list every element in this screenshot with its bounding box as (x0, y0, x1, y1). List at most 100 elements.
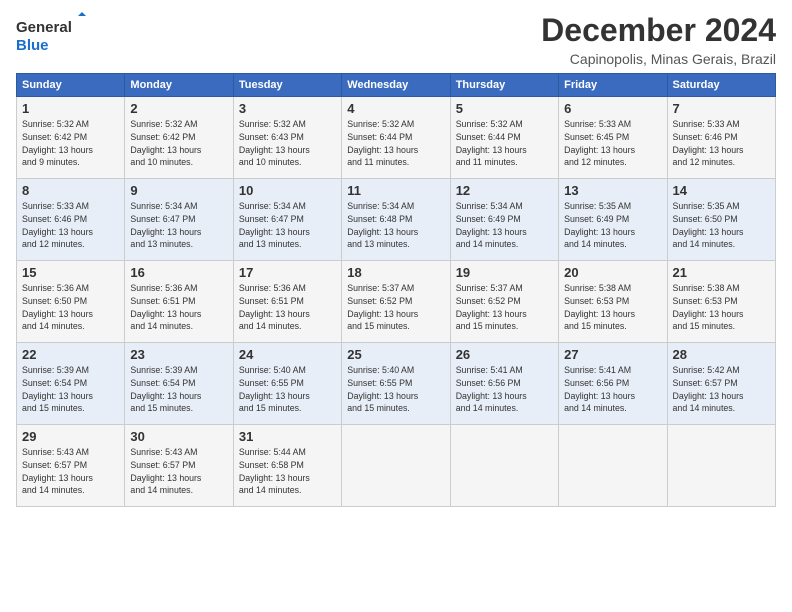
day-info: Sunrise: 5:38 AMSunset: 6:53 PMDaylight:… (673, 282, 770, 333)
month-title: December 2024 (541, 12, 776, 49)
day-info: Sunrise: 5:35 AMSunset: 6:50 PMDaylight:… (673, 200, 770, 251)
calendar-cell: 17 Sunrise: 5:36 AMSunset: 6:51 PMDayligh… (233, 261, 341, 343)
day-number: 3 (239, 101, 336, 116)
main-container: General Blue December 2024 Capinopolis, … (0, 0, 792, 519)
calendar-cell: 28 Sunrise: 5:42 AMSunset: 6:57 PMDayligh… (667, 343, 775, 425)
weekday-header-wednesday: Wednesday (342, 74, 450, 97)
day-number: 20 (564, 265, 661, 280)
day-info: Sunrise: 5:42 AMSunset: 6:57 PMDaylight:… (673, 364, 770, 415)
day-info: Sunrise: 5:33 AMSunset: 6:46 PMDaylight:… (22, 200, 119, 251)
day-number: 18 (347, 265, 444, 280)
day-number: 8 (22, 183, 119, 198)
day-number: 17 (239, 265, 336, 280)
calendar-cell: 29 Sunrise: 5:43 AMSunset: 6:57 PMDayligh… (17, 425, 125, 507)
day-info: Sunrise: 5:40 AMSunset: 6:55 PMDaylight:… (239, 364, 336, 415)
day-number: 22 (22, 347, 119, 362)
calendar-cell: 23Sunrise: 5:39 AMSunset: 6:54 PMDayligh… (125, 343, 233, 425)
calendar-cell: 18 Sunrise: 5:37 AMSunset: 6:52 PMDayligh… (342, 261, 450, 343)
day-info: Sunrise: 5:32 AMSunset: 6:42 PMDaylight:… (22, 118, 119, 169)
calendar-cell: 8 Sunrise: 5:33 AMSunset: 6:46 PMDaylight… (17, 179, 125, 261)
day-number: 26 (456, 347, 553, 362)
day-number: 4 (347, 101, 444, 116)
day-number: 13 (564, 183, 661, 198)
day-number: 15 (22, 265, 119, 280)
calendar-cell: 12 Sunrise: 5:34 AMSunset: 6:49 PMDayligh… (450, 179, 558, 261)
day-number: 16 (130, 265, 227, 280)
calendar-cell: 3 Sunrise: 5:32 AMSunset: 6:43 PMDaylight… (233, 97, 341, 179)
calendar-cell: 4 Sunrise: 5:32 AMSunset: 6:44 PMDaylight… (342, 97, 450, 179)
calendar-cell: 15 Sunrise: 5:36 AMSunset: 6:50 PMDayligh… (17, 261, 125, 343)
day-number: 30 (130, 429, 227, 444)
calendar-cell: 27Sunrise: 5:41 AMSunset: 6:56 PMDayligh… (559, 343, 667, 425)
day-info: Sunrise: 5:40 AMSunset: 6:55 PMDaylight:… (347, 364, 444, 415)
calendar-cell: 25 Sunrise: 5:40 AMSunset: 6:55 PMDayligh… (342, 343, 450, 425)
calendar-cell: 21Sunrise: 5:38 AMSunset: 6:53 PMDayligh… (667, 261, 775, 343)
day-number: 12 (456, 183, 553, 198)
day-info: Sunrise: 5:37 AMSunset: 6:52 PMDaylight:… (456, 282, 553, 333)
logo-svg: General Blue (16, 12, 86, 57)
calendar-cell (667, 425, 775, 507)
calendar-week-4: 22 Sunrise: 5:39 AMSunset: 6:54 PMDayligh… (17, 343, 776, 425)
day-info: Sunrise: 5:38 AMSunset: 6:53 PMDaylight:… (564, 282, 661, 333)
day-info: Sunrise: 5:32 AMSunset: 6:44 PMDaylight:… (456, 118, 553, 169)
calendar-cell: 14Sunrise: 5:35 AMSunset: 6:50 PMDayligh… (667, 179, 775, 261)
weekday-header-sunday: Sunday (17, 74, 125, 97)
day-number: 31 (239, 429, 336, 444)
day-number: 10 (239, 183, 336, 198)
day-info: Sunrise: 5:43 AMSunset: 6:57 PMDaylight:… (130, 446, 227, 497)
calendar-cell: 19 Sunrise: 5:37 AMSunset: 6:52 PMDayligh… (450, 261, 558, 343)
day-number: 25 (347, 347, 444, 362)
calendar-cell: 1 Sunrise: 5:32 AMSunset: 6:42 PMDaylight… (17, 97, 125, 179)
calendar-cell: 30 Sunrise: 5:43 AMSunset: 6:57 PMDayligh… (125, 425, 233, 507)
day-info: Sunrise: 5:33 AMSunset: 6:45 PMDaylight:… (564, 118, 661, 169)
calendar-cell: 20 Sunrise: 5:38 AMSunset: 6:53 PMDayligh… (559, 261, 667, 343)
calendar-cell (450, 425, 558, 507)
svg-text:General: General (16, 19, 72, 36)
day-info: Sunrise: 5:34 AMSunset: 6:48 PMDaylight:… (347, 200, 444, 251)
day-number: 6 (564, 101, 661, 116)
day-number: 27 (564, 347, 661, 362)
calendar-cell: 5 Sunrise: 5:32 AMSunset: 6:44 PMDaylight… (450, 97, 558, 179)
calendar-cell (342, 425, 450, 507)
day-info: Sunrise: 5:34 AMSunset: 6:49 PMDaylight:… (456, 200, 553, 251)
day-info: Sunrise: 5:36 AMSunset: 6:51 PMDaylight:… (239, 282, 336, 333)
day-info: Sunrise: 5:34 AMSunset: 6:47 PMDaylight:… (130, 200, 227, 251)
day-number: 19 (456, 265, 553, 280)
day-info: Sunrise: 5:36 AMSunset: 6:51 PMDaylight:… (130, 282, 227, 333)
day-info: Sunrise: 5:32 AMSunset: 6:43 PMDaylight:… (239, 118, 336, 169)
day-info: Sunrise: 5:44 AMSunset: 6:58 PMDaylight:… (239, 446, 336, 497)
day-info: Sunrise: 5:37 AMSunset: 6:52 PMDaylight:… (347, 282, 444, 333)
calendar-week-5: 29 Sunrise: 5:43 AMSunset: 6:57 PMDayligh… (17, 425, 776, 507)
day-number: 1 (22, 101, 119, 116)
calendar-cell: 11Sunrise: 5:34 AMSunset: 6:48 PMDayligh… (342, 179, 450, 261)
day-info: Sunrise: 5:33 AMSunset: 6:46 PMDaylight:… (673, 118, 770, 169)
header-row: SundayMondayTuesdayWednesdayThursdayFrid… (17, 74, 776, 97)
weekday-header-friday: Friday (559, 74, 667, 97)
weekday-header-tuesday: Tuesday (233, 74, 341, 97)
day-number: 9 (130, 183, 227, 198)
day-info: Sunrise: 5:32 AMSunset: 6:44 PMDaylight:… (347, 118, 444, 169)
day-info: Sunrise: 5:34 AMSunset: 6:47 PMDaylight:… (239, 200, 336, 251)
svg-text:Blue: Blue (16, 37, 49, 54)
calendar-table: SundayMondayTuesdayWednesdayThursdayFrid… (16, 73, 776, 507)
logo: General Blue (16, 12, 86, 57)
weekday-header-saturday: Saturday (667, 74, 775, 97)
calendar-cell: 26 Sunrise: 5:41 AMSunset: 6:56 PMDayligh… (450, 343, 558, 425)
calendar-cell: 16 Sunrise: 5:36 AMSunset: 6:51 PMDayligh… (125, 261, 233, 343)
calendar-cell: 2Sunrise: 5:32 AMSunset: 6:42 PMDaylight… (125, 97, 233, 179)
day-number: 28 (673, 347, 770, 362)
calendar-week-2: 8 Sunrise: 5:33 AMSunset: 6:46 PMDaylight… (17, 179, 776, 261)
day-info: Sunrise: 5:41 AMSunset: 6:56 PMDaylight:… (456, 364, 553, 415)
day-number: 5 (456, 101, 553, 116)
calendar-cell (559, 425, 667, 507)
calendar-cell: 24Sunrise: 5:40 AMSunset: 6:55 PMDayligh… (233, 343, 341, 425)
calendar-week-3: 15 Sunrise: 5:36 AMSunset: 6:50 PMDayligh… (17, 261, 776, 343)
day-info: Sunrise: 5:36 AMSunset: 6:50 PMDaylight:… (22, 282, 119, 333)
day-info: Sunrise: 5:39 AMSunset: 6:54 PMDaylight:… (22, 364, 119, 415)
calendar-cell: 22 Sunrise: 5:39 AMSunset: 6:54 PMDayligh… (17, 343, 125, 425)
calendar-cell: 6 Sunrise: 5:33 AMSunset: 6:45 PMDaylight… (559, 97, 667, 179)
weekday-header-thursday: Thursday (450, 74, 558, 97)
title-block: December 2024 Capinopolis, Minas Gerais,… (541, 12, 776, 67)
day-number: 29 (22, 429, 119, 444)
day-info: Sunrise: 5:43 AMSunset: 6:57 PMDaylight:… (22, 446, 119, 497)
